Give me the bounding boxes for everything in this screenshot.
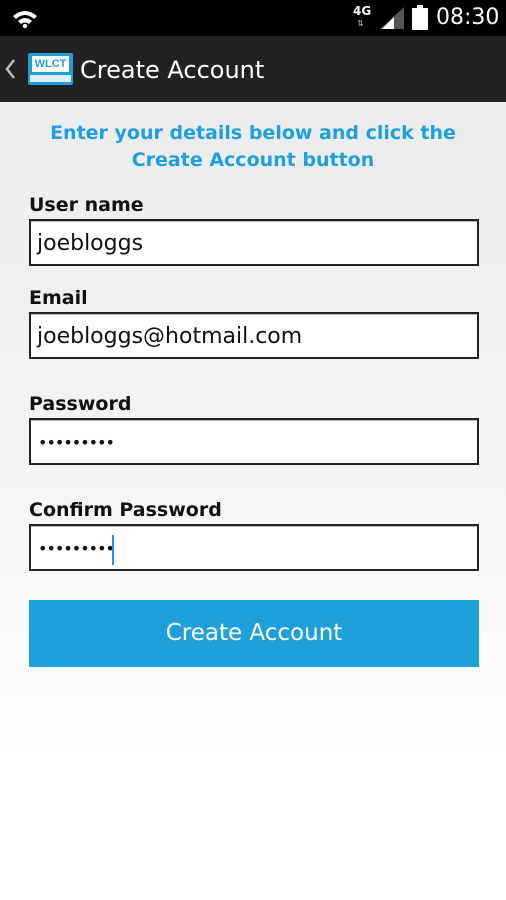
- email-label: Email: [29, 287, 88, 309]
- form-instructions: Enter your details below and click the C…: [50, 122, 456, 171]
- password-input[interactable]: •••••••••: [29, 418, 479, 465]
- app-logo-text: WLCT: [32, 56, 69, 72]
- create-account-button[interactable]: Create Account: [29, 600, 479, 667]
- status-bar: 4G ⇅ 08:30: [0, 0, 506, 36]
- email-input[interactable]: joebloggs@hotmail.com: [29, 312, 479, 359]
- username-value: joebloggs: [37, 231, 144, 256]
- text-cursor: [112, 535, 114, 565]
- username-label: User name: [29, 194, 144, 216]
- network-type-label: 4G: [353, 4, 372, 18]
- app-logo[interactable]: WLCT: [28, 53, 73, 85]
- username-input[interactable]: joebloggs: [29, 219, 479, 266]
- confirm-password-value: •••••••••: [38, 539, 115, 558]
- app-logo-tagline: [30, 75, 71, 82]
- confirm-password-input[interactable]: •••••••••: [29, 524, 479, 571]
- back-arrow-icon[interactable]: [4, 58, 16, 80]
- signal-strength-icon: [380, 7, 404, 29]
- wifi-icon: [13, 11, 37, 29]
- password-label: Password: [29, 393, 132, 415]
- battery-icon: [412, 5, 428, 30]
- confirm-password-label: Confirm Password: [29, 499, 222, 521]
- status-clock: 08:30: [436, 5, 500, 30]
- password-value: •••••••••: [38, 433, 115, 452]
- action-bar: WLCT Create Account: [0, 36, 506, 102]
- email-value: joebloggs@hotmail.com: [37, 324, 303, 349]
- network-activity-icon: ⇅: [357, 19, 364, 28]
- page-title: Create Account: [80, 56, 265, 84]
